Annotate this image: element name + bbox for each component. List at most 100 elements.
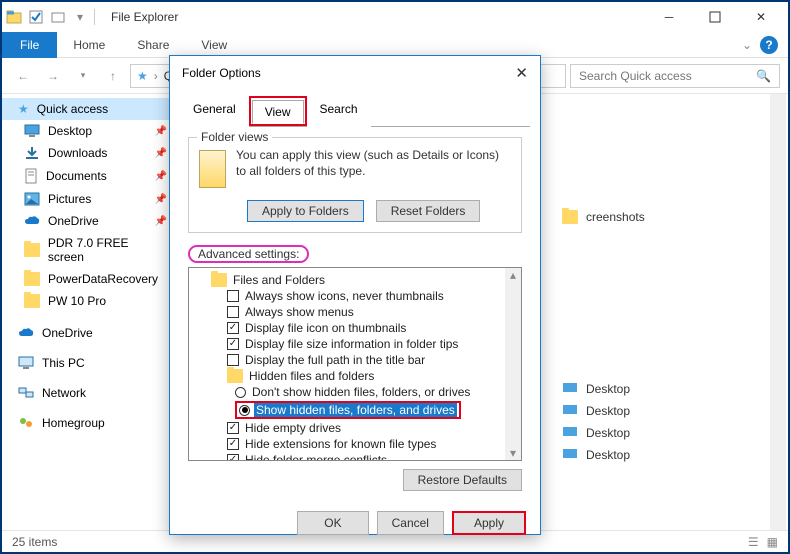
titlebar: ▾ File Explorer ─ ✕ xyxy=(2,2,788,32)
tree-option[interactable]: Don't show hidden files, folders, or dri… xyxy=(195,384,515,400)
list-item[interactable]: Desktop xyxy=(562,422,772,444)
checkbox-icon: ✓ xyxy=(227,422,239,434)
cancel-button[interactable]: Cancel xyxy=(377,511,444,535)
tree-option[interactable]: Show hidden files, folders, and drives xyxy=(195,400,515,420)
apply-to-folders-button[interactable]: Apply to Folders xyxy=(247,200,364,222)
sidebar-item-onedrive[interactable]: OneDrive📌 xyxy=(2,210,175,232)
dialog-title: Folder Options xyxy=(182,66,261,80)
ribbon-tab-share[interactable]: Share xyxy=(121,33,185,57)
search-icon: 🔍 xyxy=(756,69,771,83)
window-title: File Explorer xyxy=(111,10,178,24)
checkbox-icon xyxy=(227,306,239,318)
advanced-settings-tree: ▴▾ Files and Folders Always show icons, … xyxy=(188,267,522,461)
sidebar-item-downloads[interactable]: Downloads📌 xyxy=(2,142,175,164)
ribbon-tab-home[interactable]: Home xyxy=(57,33,121,57)
folder-views-text: You can apply this view (such as Details… xyxy=(236,148,511,188)
tree-option[interactable]: ✓Display file size information in folder… xyxy=(195,336,515,352)
pc-icon xyxy=(18,356,34,370)
nav-back-button[interactable]: ← xyxy=(10,63,36,89)
nav-recent-button[interactable]: ▾ xyxy=(70,63,96,89)
folder-icon xyxy=(24,272,40,286)
item-count: 25 items xyxy=(12,535,57,549)
star-icon: ★ xyxy=(18,102,29,116)
sidebar-item-desktop[interactable]: Desktop📌 xyxy=(2,120,175,142)
pin-icon: 📌 xyxy=(155,216,167,227)
reset-folders-button[interactable]: Reset Folders xyxy=(376,200,481,222)
close-button[interactable]: ✕ xyxy=(738,2,784,32)
help-icon[interactable]: ? xyxy=(760,36,778,54)
tree-option[interactable]: Always show menus xyxy=(195,304,515,320)
cloud-icon xyxy=(24,215,40,227)
sidebar-quick-access[interactable]: ★Quick access xyxy=(2,98,175,120)
breadcrumb-chevron-icon[interactable]: › xyxy=(154,69,158,83)
scrollbar[interactable]: ▴▾ xyxy=(505,268,521,460)
nav-up-button[interactable]: ↑ xyxy=(100,63,126,89)
homegroup-icon xyxy=(18,416,34,430)
details-view-icon[interactable]: ☰ xyxy=(748,535,759,549)
list-item[interactable]: Desktop xyxy=(562,444,772,466)
scrollbar[interactable] xyxy=(770,94,786,530)
qat-dropdown-icon[interactable]: ▾ xyxy=(72,9,88,25)
sidebar-item-folder[interactable]: PW 10 Pro xyxy=(2,290,175,312)
explorer-icon xyxy=(6,9,22,25)
search-input[interactable]: Search Quick access 🔍 xyxy=(570,64,780,88)
sidebar-item-folder[interactable]: PowerDataRecovery xyxy=(2,268,175,290)
tree-option[interactable]: ✓Hide empty drives xyxy=(195,420,515,436)
tree-option[interactable]: ✓Hide folder merge conflicts xyxy=(195,452,515,461)
tree-option[interactable]: Hidden files and folders xyxy=(195,368,515,384)
sidebar-item-folder[interactable]: PDR 7.0 FREE screen xyxy=(2,232,175,268)
desktop-icon xyxy=(562,448,578,462)
tree-option[interactable]: ✓Hide extensions for known file types xyxy=(195,436,515,452)
ribbon-tab-view[interactable]: View xyxy=(185,33,243,57)
apply-button[interactable]: Apply xyxy=(452,511,526,535)
sidebar-item-documents[interactable]: Documents📌 xyxy=(2,164,175,188)
tree-option[interactable]: Display the full path in the title bar xyxy=(195,352,515,368)
tab-view[interactable]: View xyxy=(252,100,304,124)
icons-view-icon[interactable]: ▦ xyxy=(767,535,778,549)
pin-icon: 📌 xyxy=(155,148,167,159)
maximize-button[interactable] xyxy=(692,2,738,32)
checkbox-icon: ✓ xyxy=(227,454,239,461)
sidebar-onedrive-root[interactable]: OneDrive xyxy=(2,322,175,344)
desktop-icon xyxy=(562,404,578,418)
folder-icon xyxy=(24,243,40,257)
advanced-settings-label: Advanced settings: xyxy=(188,245,309,263)
minimize-button[interactable]: ─ xyxy=(646,2,692,32)
folder-views-icon xyxy=(199,150,226,188)
list-item[interactable]: Desktop xyxy=(562,400,772,422)
qat-newfolder-icon[interactable] xyxy=(50,9,66,25)
checkbox-icon: ✓ xyxy=(227,338,239,350)
nav-forward-button[interactable]: → xyxy=(40,63,66,89)
tree-option[interactable]: ✓Display file icon on thumbnails xyxy=(195,320,515,336)
folder-icon xyxy=(562,210,578,224)
group-label: Folder views xyxy=(197,130,272,144)
cloud-icon xyxy=(18,327,34,339)
folder-icon xyxy=(24,294,40,308)
ok-button[interactable]: OK xyxy=(297,511,368,535)
checkbox-icon: ✓ xyxy=(227,322,239,334)
desktop-icon xyxy=(24,124,40,138)
list-item[interactable]: Desktop xyxy=(562,378,772,400)
radio-icon xyxy=(235,387,246,398)
checkbox-icon xyxy=(227,290,239,302)
pin-icon: 📌 xyxy=(155,126,167,137)
sidebar: ★Quick access Desktop📌 Downloads📌 Docume… xyxy=(2,94,176,530)
sidebar-thispc[interactable]: This PC xyxy=(2,352,175,374)
sidebar-network[interactable]: Network xyxy=(2,382,175,404)
downloads-icon xyxy=(24,146,40,160)
checkbox-icon: ✓ xyxy=(227,438,239,450)
folder-icon xyxy=(211,273,227,287)
tab-search[interactable]: Search xyxy=(307,97,371,127)
folder-options-dialog: Folder Options ✕ General View Search Fol… xyxy=(169,55,541,535)
list-item[interactable]: creenshots xyxy=(562,206,772,228)
qat-properties-icon[interactable] xyxy=(28,9,44,25)
restore-defaults-button[interactable]: Restore Defaults xyxy=(403,469,522,491)
tree-option[interactable]: Always show icons, never thumbnails xyxy=(195,288,515,304)
close-icon[interactable]: ✕ xyxy=(515,64,528,82)
tree-root[interactable]: Files and Folders xyxy=(195,272,515,288)
sidebar-homegroup[interactable]: Homegroup xyxy=(2,412,175,434)
chevron-down-icon[interactable]: ⌄ xyxy=(742,38,752,52)
sidebar-item-pictures[interactable]: Pictures📌 xyxy=(2,188,175,210)
tab-general[interactable]: General xyxy=(180,97,249,127)
file-tab[interactable]: File xyxy=(2,32,57,58)
